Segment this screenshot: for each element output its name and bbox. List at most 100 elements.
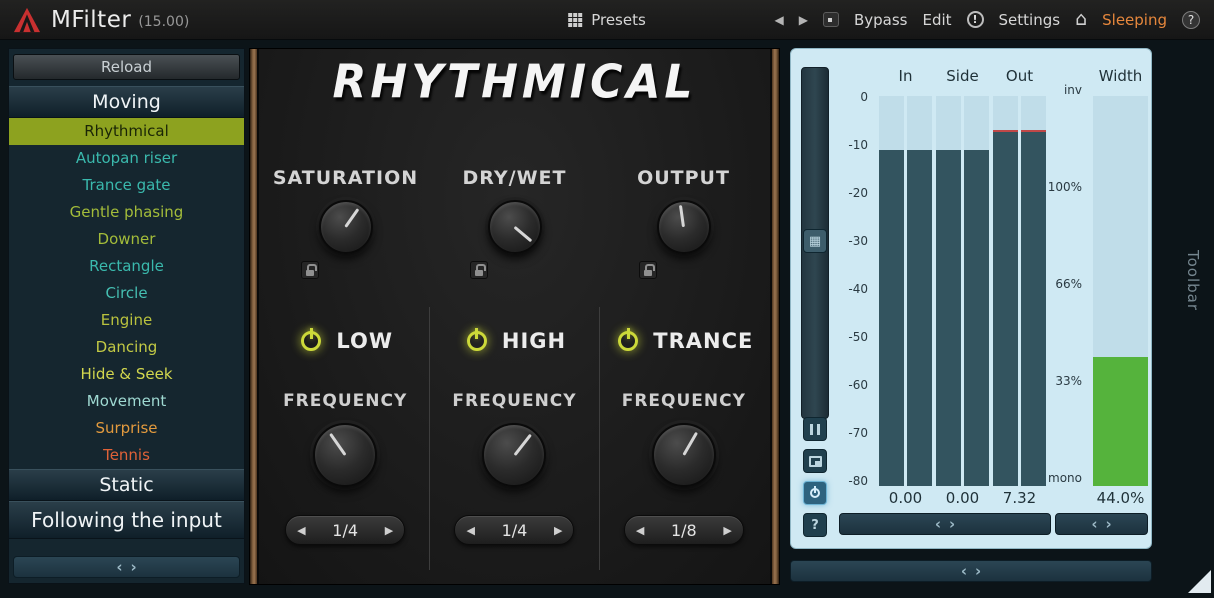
presets-grid-icon (568, 13, 582, 27)
width-scrollbar[interactable]: ‹ › (1055, 513, 1148, 535)
step-value[interactable]: 1/8 (671, 521, 697, 540)
preset-item-autopan-riser[interactable]: Autopan riser (9, 145, 244, 172)
preset-item-surprise[interactable]: Surprise (9, 415, 244, 442)
high-frequency-knob[interactable] (482, 423, 546, 487)
sidebar-horizontal-scrollbar[interactable]: ‹ › (13, 556, 240, 578)
step-next-icon[interactable]: ▶ (385, 524, 393, 537)
preset-item-rectangle[interactable]: Rectangle (9, 253, 244, 280)
preset-group-following-the-input[interactable]: Following the input (9, 501, 244, 539)
meter-help-button[interactable]: ? (803, 513, 827, 537)
output-knob[interactable] (657, 200, 711, 254)
global-knobs-row: SATURATION DRY/WET OUTPUT (261, 167, 768, 279)
meters-scrollbar[interactable]: ‹ › (839, 513, 1051, 535)
meter-fill (936, 150, 961, 486)
band-trance: TRANCE FREQUENCY ◀ 1/8 ▶ (599, 307, 768, 570)
edit-button[interactable]: Edit (922, 11, 951, 29)
db-tick: -60 (848, 378, 868, 392)
width-tick: 33% (1055, 374, 1082, 388)
low-rate-stepper[interactable]: ◀ 1/4 ▶ (285, 515, 405, 545)
pause-button[interactable] (803, 417, 827, 441)
scroll-right-icon[interactable]: › (131, 558, 137, 576)
meter-power-button[interactable] (803, 481, 827, 505)
band-power-row: TRANCE (614, 327, 753, 355)
save-preset-icon[interactable] (823, 12, 839, 27)
width-meter-label: Width (1093, 67, 1148, 85)
width-tick: inv (1064, 83, 1082, 97)
wood-trim-right (770, 49, 779, 584)
saturation-knob[interactable] (319, 200, 373, 254)
step-prev-icon[interactable]: ◀ (466, 524, 474, 537)
lock-icon[interactable] (470, 261, 488, 279)
sleeping-status[interactable]: Sleeping (1102, 11, 1167, 29)
melda-logo-icon[interactable] (12, 6, 42, 34)
settings-button[interactable]: Settings (999, 11, 1061, 29)
preset-item-trance-gate[interactable]: Trance gate (9, 172, 244, 199)
power-icon[interactable] (463, 327, 491, 355)
trance-rate-stepper[interactable]: ◀ 1/8 ▶ (624, 515, 744, 545)
wood-trim-left (250, 49, 259, 584)
trance-frequency-knob[interactable] (652, 423, 716, 487)
scroll-left-icon[interactable]: ‹ (116, 558, 122, 576)
lock-icon[interactable] (639, 261, 657, 279)
preset-item-hide-and-seek[interactable]: Hide & Seek (9, 361, 244, 388)
knob-pointer (513, 433, 532, 456)
power-icon[interactable] (614, 327, 642, 355)
step-prev-icon[interactable]: ◀ (297, 524, 305, 537)
help-icon[interactable]: ? (1182, 11, 1200, 29)
drywet-label: DRY/WET (463, 167, 567, 189)
preset-group-moving[interactable]: Moving (9, 86, 244, 118)
toolbar-handle[interactable]: Toolbar (1184, 250, 1202, 311)
scroll-left-icon[interactable]: ‹ (935, 515, 941, 533)
preset-item-engine[interactable]: Engine (9, 307, 244, 334)
bypass-button[interactable]: Bypass (854, 11, 908, 29)
db-tick: -50 (848, 330, 868, 344)
home-icon[interactable]: ⌂ (1075, 10, 1087, 29)
knob-pointer (329, 433, 347, 456)
power-stem (475, 328, 478, 339)
band-power-row: HIGH (463, 327, 566, 355)
meter-grid-button[interactable]: ▦ (803, 229, 827, 253)
scroll-right-icon[interactable]: › (949, 515, 955, 533)
preset-item-downer[interactable]: Downer (9, 226, 244, 253)
alert-icon[interactable]: ! (967, 11, 984, 28)
preset-item-rhythmical[interactable]: Rhythmical (9, 118, 244, 145)
device-panel: RHYTHMICAL SATURATION DRY/WET OUTPUT (249, 48, 780, 585)
power-stem (310, 328, 313, 339)
step-value[interactable]: 1/4 (332, 521, 358, 540)
detach-window-button[interactable] (803, 449, 827, 473)
side-meter (936, 96, 989, 486)
step-prev-icon[interactable]: ◀ (636, 524, 644, 537)
width-meter-value: 44.0% (1093, 489, 1148, 507)
scroll-right-icon[interactable]: › (975, 562, 981, 580)
power-icon[interactable] (297, 327, 325, 355)
meter-track (964, 96, 989, 486)
preset-item-dancing[interactable]: Dancing (9, 334, 244, 361)
preset-item-movement[interactable]: Movement (9, 388, 244, 415)
next-preset-button[interactable]: ▶ (799, 13, 808, 27)
meter-panel-scrollbar[interactable]: ‹ › (790, 560, 1152, 582)
drywet-knob[interactable] (488, 200, 542, 254)
scroll-left-icon[interactable]: ‹ (1091, 515, 1097, 533)
db-tick: 0 (860, 90, 868, 104)
lock-icon[interactable] (301, 261, 319, 279)
preset-item-circle[interactable]: Circle (9, 280, 244, 307)
meter-fill (907, 150, 932, 486)
preset-group-static[interactable]: Static (9, 469, 244, 501)
width-tick: mono (1048, 471, 1082, 485)
scroll-right-icon[interactable]: › (1106, 515, 1112, 533)
step-next-icon[interactable]: ▶ (554, 524, 562, 537)
scroll-left-icon[interactable]: ‹ (961, 562, 967, 580)
frequency-label: FREQUENCY (622, 391, 746, 411)
meter-fill (964, 150, 989, 486)
resize-handle[interactable] (1188, 570, 1211, 593)
preset-item-tennis[interactable]: Tennis (9, 442, 244, 469)
step-next-icon[interactable]: ▶ (723, 524, 731, 537)
step-value[interactable]: 1/4 (502, 521, 528, 540)
preset-item-gentle-phasing[interactable]: Gentle phasing (9, 199, 244, 226)
previous-preset-button[interactable]: ◀ (774, 13, 783, 27)
meter-track (907, 96, 932, 486)
presets-button[interactable]: Presets (558, 5, 656, 35)
high-rate-stepper[interactable]: ◀ 1/4 ▶ (454, 515, 574, 545)
low-frequency-knob[interactable] (313, 423, 377, 487)
reload-button[interactable]: Reload (13, 54, 240, 80)
